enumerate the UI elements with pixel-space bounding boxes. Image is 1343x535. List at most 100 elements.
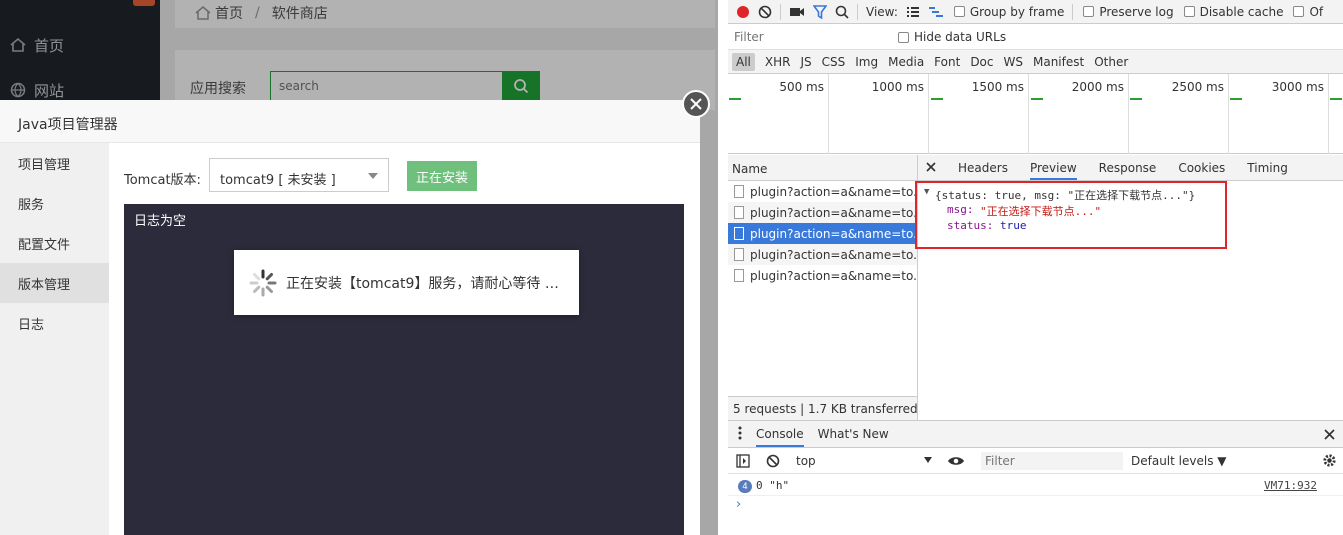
close-detail-button[interactable] [926, 161, 936, 175]
source-link[interactable]: VM71:932 [1264, 479, 1317, 492]
console-sidebar-button[interactable] [736, 454, 750, 471]
log-levels-dropdown[interactable]: Default levels ▼ [1131, 454, 1227, 468]
type-media[interactable]: Media [888, 55, 924, 69]
filter-toggle-button[interactable] [813, 4, 827, 19]
name-column-header[interactable]: Name [728, 155, 917, 181]
request-row[interactable]: plugin?action=a&name=to... [728, 181, 917, 202]
search-icon [835, 5, 849, 19]
tab-whats-new[interactable]: What's New [818, 427, 889, 441]
drawer-menu-button[interactable] [738, 426, 742, 443]
type-all[interactable]: All [732, 52, 755, 71]
type-doc[interactable]: Doc [970, 55, 993, 69]
type-font[interactable]: Font [934, 55, 960, 69]
timeline-label: 3000 ms [1271, 80, 1324, 94]
preview-msg-key: msg: [947, 203, 974, 216]
timeline-gridline [1028, 74, 1029, 154]
hide-data-urls-checkbox[interactable]: Hide data URLs [898, 30, 1006, 44]
timeline-gridline [1128, 74, 1129, 154]
checkbox-label: Disable cache [1199, 4, 1284, 19]
spinner-icon [249, 269, 277, 296]
console-prompt[interactable]: › [736, 497, 741, 512]
console-settings-button[interactable] [1322, 453, 1337, 471]
modal-close-button[interactable] [682, 90, 710, 118]
tab-project-manage[interactable]: 项目管理 [0, 143, 109, 183]
tab-cookies[interactable]: Cookies [1178, 161, 1225, 175]
repeat-count-badge: 4 [738, 480, 752, 493]
disable-cache-checkbox[interactable]: Disable cache [1183, 4, 1284, 19]
loading-toast: 正在安装【tomcat9】服务，请耐心等待 … [234, 250, 579, 315]
file-icon [734, 185, 744, 198]
timeline-bar [931, 98, 943, 100]
modal-title: Java项目管理器 [0, 100, 700, 143]
console-filter-input[interactable] [981, 452, 1123, 470]
type-img[interactable]: Img [855, 55, 878, 69]
request-row[interactable]: plugin?action=a&name=to... [728, 244, 917, 265]
panel-splitter[interactable] [718, 0, 728, 535]
preview-status-value: true [1000, 219, 1027, 232]
clear-icon [766, 454, 780, 468]
request-name: plugin?action=a&name=to... [750, 247, 917, 262]
preserve-log-checkbox[interactable]: Preserve log [1083, 4, 1174, 19]
tab-timing[interactable]: Timing [1247, 161, 1288, 175]
install-button[interactable]: 正在安装 [407, 161, 477, 191]
timeline-label: 2000 ms [1071, 80, 1124, 94]
request-row-selected[interactable]: plugin?action=a&name=to... [728, 223, 917, 244]
search-button[interactable] [835, 5, 849, 19]
live-expression-button[interactable] [947, 455, 965, 470]
request-row[interactable]: plugin?action=a&name=to... [728, 265, 917, 286]
type-other[interactable]: Other [1094, 55, 1128, 69]
file-icon [734, 248, 744, 261]
request-row[interactable]: plugin?action=a&name=to... [728, 202, 917, 223]
type-xhr[interactable]: XHR [765, 55, 791, 69]
capture-screenshots-button[interactable] [789, 6, 805, 18]
waterfall-icon [928, 6, 943, 17]
large-rows-button[interactable] [906, 6, 920, 18]
expand-triangle-icon[interactable]: ▼ [924, 187, 929, 197]
tab-version-manage[interactable]: 版本管理 [0, 263, 109, 303]
tab-log[interactable]: 日志 [0, 303, 109, 343]
type-ws[interactable]: WS [1004, 55, 1023, 69]
context-selector[interactable]: top [796, 452, 932, 470]
record-button[interactable] [736, 5, 750, 19]
gear-icon [1323, 454, 1336, 467]
tab-service[interactable]: 服务 [0, 183, 109, 223]
tab-headers[interactable]: Headers [958, 161, 1008, 175]
tab-preview[interactable]: Preview [1029, 161, 1077, 180]
type-manifest[interactable]: Manifest [1033, 55, 1084, 69]
drawer-tabs: Console What's New [728, 420, 1343, 448]
tab-console[interactable]: Console [756, 427, 804, 447]
tomcat-version-select[interactable]: tomcat9 [ 未安装 ] [209, 158, 389, 192]
preview-pane: ▼ {status: true, msg: "正在选择下载节点..."} msg… [915, 181, 1343, 420]
funnel-icon [813, 4, 827, 19]
request-name: plugin?action=a&name=to... [750, 226, 917, 241]
preview-msg-value: "正在选择下载节点..." [980, 205, 1102, 218]
checkbox-label: Preserve log [1099, 4, 1174, 19]
file-icon [734, 227, 744, 240]
filter-input[interactable] [732, 28, 894, 46]
checkbox-label: Group by frame [969, 4, 1065, 19]
context-value: top [796, 454, 816, 468]
clear-console-button[interactable] [766, 454, 780, 471]
preview-summary: {status: true, msg: "正在选择下载节点..."} [935, 189, 1196, 202]
sidebar-toggle-icon [736, 454, 750, 468]
list-icon [906, 6, 919, 17]
request-name: plugin?action=a&name=to... [750, 184, 917, 199]
clear-button[interactable] [758, 5, 772, 19]
network-overview[interactable]: 500 ms 1000 ms 1500 ms 2000 ms 2500 ms 3… [728, 74, 1343, 154]
checkbox-box [1293, 6, 1305, 17]
network-status-bar: 5 requests | 1.7 KB transferred |... [728, 396, 917, 420]
toolbar-divider [1072, 3, 1074, 20]
close-drawer-button[interactable] [1324, 429, 1335, 443]
tab-response[interactable]: Response [1099, 161, 1157, 175]
toolbar-divider [857, 3, 858, 20]
group-by-frame-checkbox[interactable]: Group by frame [953, 4, 1065, 19]
timeline-label: 2500 ms [1171, 80, 1224, 94]
type-css[interactable]: CSS [822, 55, 846, 69]
tab-config-file[interactable]: 配置文件 [0, 223, 109, 263]
checkbox-box [953, 6, 965, 17]
tomcat-version-value: tomcat9 [ 未安装 ] [220, 173, 336, 188]
type-js[interactable]: JS [800, 55, 811, 69]
offline-checkbox[interactable]: Of [1293, 5, 1323, 19]
chevron-down-icon [924, 457, 932, 463]
waterfall-view-button[interactable] [928, 6, 944, 18]
